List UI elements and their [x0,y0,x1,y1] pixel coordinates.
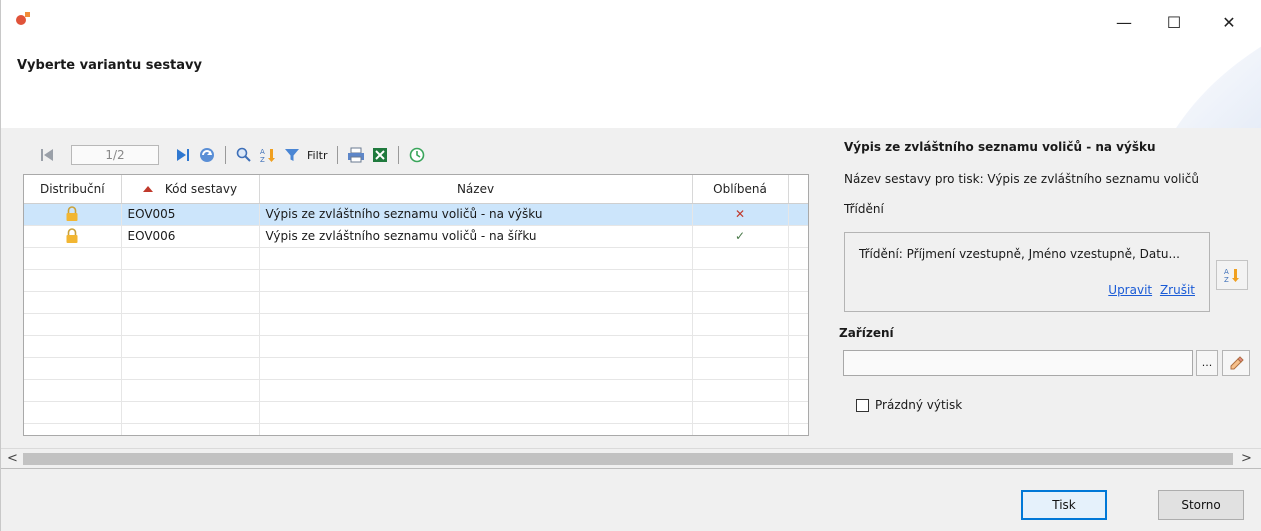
title-bar: — ☐ ✕ [1,0,1261,44]
device-browse-button[interactable]: ... [1196,350,1218,376]
distribution-cell [24,203,122,226]
filter-label[interactable]: Filtr [307,149,327,162]
empty-print-checkbox[interactable] [856,398,869,412]
selected-report-title: Výpis ze zvláštního seznamu voličů - na … [844,140,1156,154]
spacer-cell [788,203,808,226]
lock-icon [66,228,78,243]
code-cell: EOV006 [121,225,260,248]
column-header-name[interactable]: Název [259,175,693,204]
empty-row [24,313,808,336]
eraser-icon [1230,356,1244,370]
report-variants-grid[interactable]: Distribuční Kód sestavy Název Oblíbená E… [23,174,809,436]
device-clear-button[interactable] [1222,350,1250,376]
column-header-favorite[interactable]: Oblíbená [692,175,789,204]
toolbar-separator [337,146,339,164]
scroll-left-icon[interactable]: < [7,451,18,466]
header-decoration-icon [1176,46,1261,128]
last-page-icon[interactable] [173,145,193,165]
toolbar-separator [398,146,400,164]
spacer-cell [788,225,808,248]
column-header-code[interactable]: Kód sestavy [121,175,260,204]
print-icon[interactable] [346,145,366,165]
table-row[interactable]: EOV006 Výpis ze zvláštního seznamu volič… [24,225,808,248]
close-button[interactable]: ✕ [1206,8,1252,36]
sort-links: Upravit Zrušit [1104,283,1195,297]
cancel-button[interactable]: Storno [1158,490,1244,520]
empty-print-option[interactable]: Prázdný výtisk [856,398,962,412]
minimize-button[interactable]: — [1101,8,1147,36]
code-cell: EOV005 [121,203,260,226]
device-label: Zařízení [839,326,894,340]
cancel-sort-link[interactable]: Zrušit [1160,283,1195,297]
print-button[interactable]: Tisk [1021,490,1107,520]
empty-row [24,247,808,270]
dialog-title: Vyberte variantu sestavy [17,58,202,73]
content-area: 1/2 AZ Filtr Distribuční Kód sestavy Náz… [1,128,1261,448]
horizontal-scrollbar[interactable]: < > [1,448,1261,468]
column-header-spacer [788,175,808,204]
empty-row [24,335,808,358]
sort-ascending-icon [142,186,153,193]
page-indicator[interactable]: 1/2 [71,145,159,165]
favorite-cell[interactable]: ✕ [692,203,789,226]
svg-text:Z: Z [1224,276,1229,283]
sort-icon: AZ [1224,268,1239,283]
column-header-distribution[interactable]: Distribuční [24,175,122,204]
sort-section-label: Třídění [844,202,884,216]
scrollbar-thumb[interactable] [23,453,1233,465]
svg-text:Z: Z [260,156,265,163]
sort-settings-button[interactable]: AZ [1216,260,1248,290]
app-logo-icon [16,12,30,25]
toolbar-separator [225,146,226,164]
empty-row [24,291,808,314]
favorite-cell[interactable]: ✓ [692,225,789,248]
table-row[interactable]: EOV005 Výpis ze zvláštního seznamu volič… [24,203,808,226]
empty-row [24,357,808,380]
print-name-label: Název sestavy pro tisk: Výpis ze zvláštn… [844,172,1199,186]
filter-icon[interactable] [282,145,302,165]
empty-row [24,379,808,402]
grid-toolbar: 1/2 AZ Filtr [37,142,427,168]
empty-row [24,269,808,292]
history-icon[interactable] [407,145,427,165]
grid-header-row: Distribuční Kód sestavy Název Oblíbená [24,175,808,204]
empty-row [24,401,808,424]
dialog-footer: Tisk Storno [1,468,1261,531]
sort-description: Třídění: Příjmení vzestupně, Jméno vzest… [859,247,1180,261]
sort-box: Třídění: Příjmení vzestupně, Jméno vzest… [844,232,1210,312]
excel-icon[interactable] [370,145,390,165]
name-cell: Výpis ze zvláštního seznamu voličů - na … [259,203,693,226]
dialog-window: — ☐ ✕ Vyberte variantu sestavy 1/2 A Z F… [0,0,1261,531]
scroll-right-icon[interactable]: > [1241,451,1252,466]
empty-print-label: Prázdný výtisk [875,398,963,412]
empty-row [24,423,808,435]
column-header-code-label: Kód sestavy [164,181,238,196]
maximize-button[interactable]: ☐ [1151,8,1197,36]
svg-text:A: A [1224,268,1229,276]
first-page-icon[interactable] [37,145,57,165]
name-cell: Výpis ze zvláštního seznamu voličů - na … [259,225,693,248]
lock-icon [66,206,78,221]
dialog-header: Vyberte variantu sestavy [1,44,1261,128]
edit-sort-link[interactable]: Upravit [1108,283,1152,297]
device-input[interactable] [843,350,1193,376]
refresh-icon[interactable] [197,145,217,165]
search-icon[interactable] [234,145,254,165]
svg-text:A: A [260,148,265,156]
sort-icon[interactable]: AZ [258,145,278,165]
distribution-cell [24,225,122,248]
